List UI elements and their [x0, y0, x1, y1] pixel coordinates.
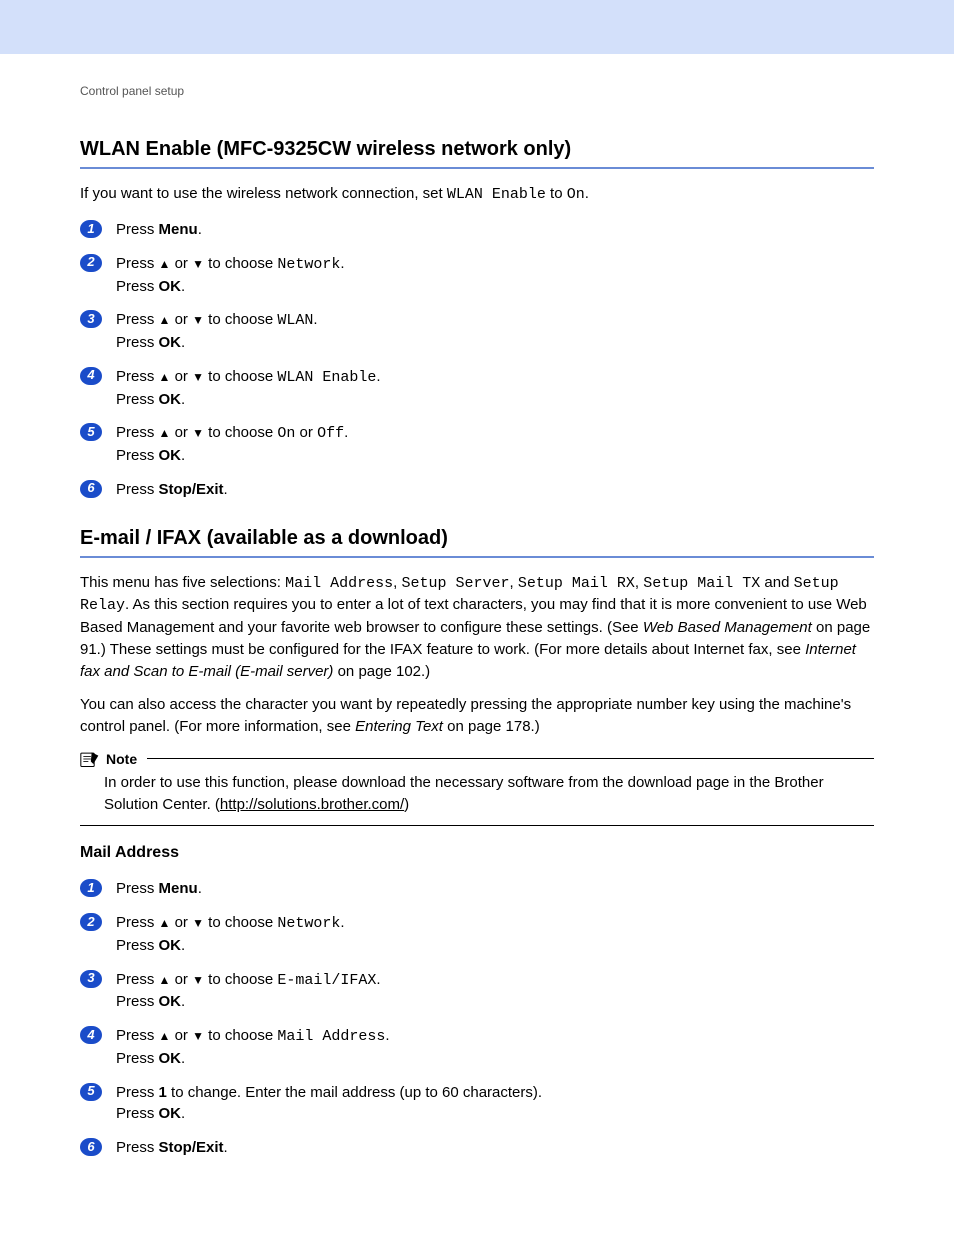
step-item: 5Press ▲ or ▼ to choose On or Off.Press … — [80, 422, 874, 467]
step-item: 4Press ▲ or ▼ to choose Mail Address.Pre… — [80, 1025, 874, 1070]
step-number-badge: 1 — [80, 220, 102, 238]
note-body: In order to use this function, please do… — [80, 772, 874, 827]
top-bar — [0, 0, 954, 54]
steps-list-1: 1Press Menu. 2Press ▲ or ▼ to choose Netw… — [80, 219, 874, 501]
subsection-mail-address: Mail Address — [80, 844, 874, 862]
step-number-badge: 3 — [80, 310, 102, 328]
step-item: 6Press Stop/Exit. — [80, 1137, 874, 1159]
step-number-badge: 2 — [80, 913, 102, 931]
step-item: 5Press 1 to change. Enter the mail addre… — [80, 1082, 874, 1126]
page-content: Control panel setup WLAN Enable (MFC-932… — [0, 54, 954, 1159]
step-number-badge: 4 — [80, 1026, 102, 1044]
paragraph-2: You can also access the character you wa… — [80, 694, 874, 738]
step-number-badge: 3 — [80, 970, 102, 988]
step-number-badge: 5 — [80, 423, 102, 441]
paragraph-1: This menu has five selections: Mail Addr… — [80, 572, 874, 683]
step-number-badge: 6 — [80, 480, 102, 498]
section-rule — [80, 167, 874, 169]
section-title-wlan: WLAN Enable (MFC-9325CW wireless network… — [80, 138, 874, 161]
note-rule — [147, 758, 874, 759]
step-number-badge: 4 — [80, 367, 102, 385]
note-label: Note — [106, 751, 137, 767]
section-title-email: E-mail / IFAX (available as a download) — [80, 527, 874, 550]
step-item: 1Press Menu. — [80, 878, 874, 900]
note-block: Note In order to use this function, plea… — [80, 750, 874, 827]
step-number-badge: 5 — [80, 1083, 102, 1101]
step-item: 4Press ▲ or ▼ to choose WLAN Enable.Pres… — [80, 366, 874, 411]
section-rule — [80, 556, 874, 558]
step-item: 3Press ▲ or ▼ to choose E-mail/IFAX.Pres… — [80, 969, 874, 1014]
steps-list-2: 1Press Menu. 2Press ▲ or ▼ to choose Netw… — [80, 878, 874, 1159]
breadcrumb: Control panel setup — [80, 84, 874, 98]
step-item: 3Press ▲ or ▼ to choose WLAN.Press OK. — [80, 309, 874, 354]
note-icon — [80, 750, 100, 768]
step-item: 2Press ▲ or ▼ to choose Network.Press OK… — [80, 253, 874, 298]
intro-text: If you want to use the wireless network … — [80, 183, 874, 205]
step-number-badge: 2 — [80, 254, 102, 272]
step-number-badge: 1 — [80, 879, 102, 897]
step-item: 6Press Stop/Exit. — [80, 479, 874, 501]
step-item: 1Press Menu. — [80, 219, 874, 241]
step-item: 2Press ▲ or ▼ to choose Network.Press OK… — [80, 912, 874, 957]
step-number-badge: 6 — [80, 1138, 102, 1156]
